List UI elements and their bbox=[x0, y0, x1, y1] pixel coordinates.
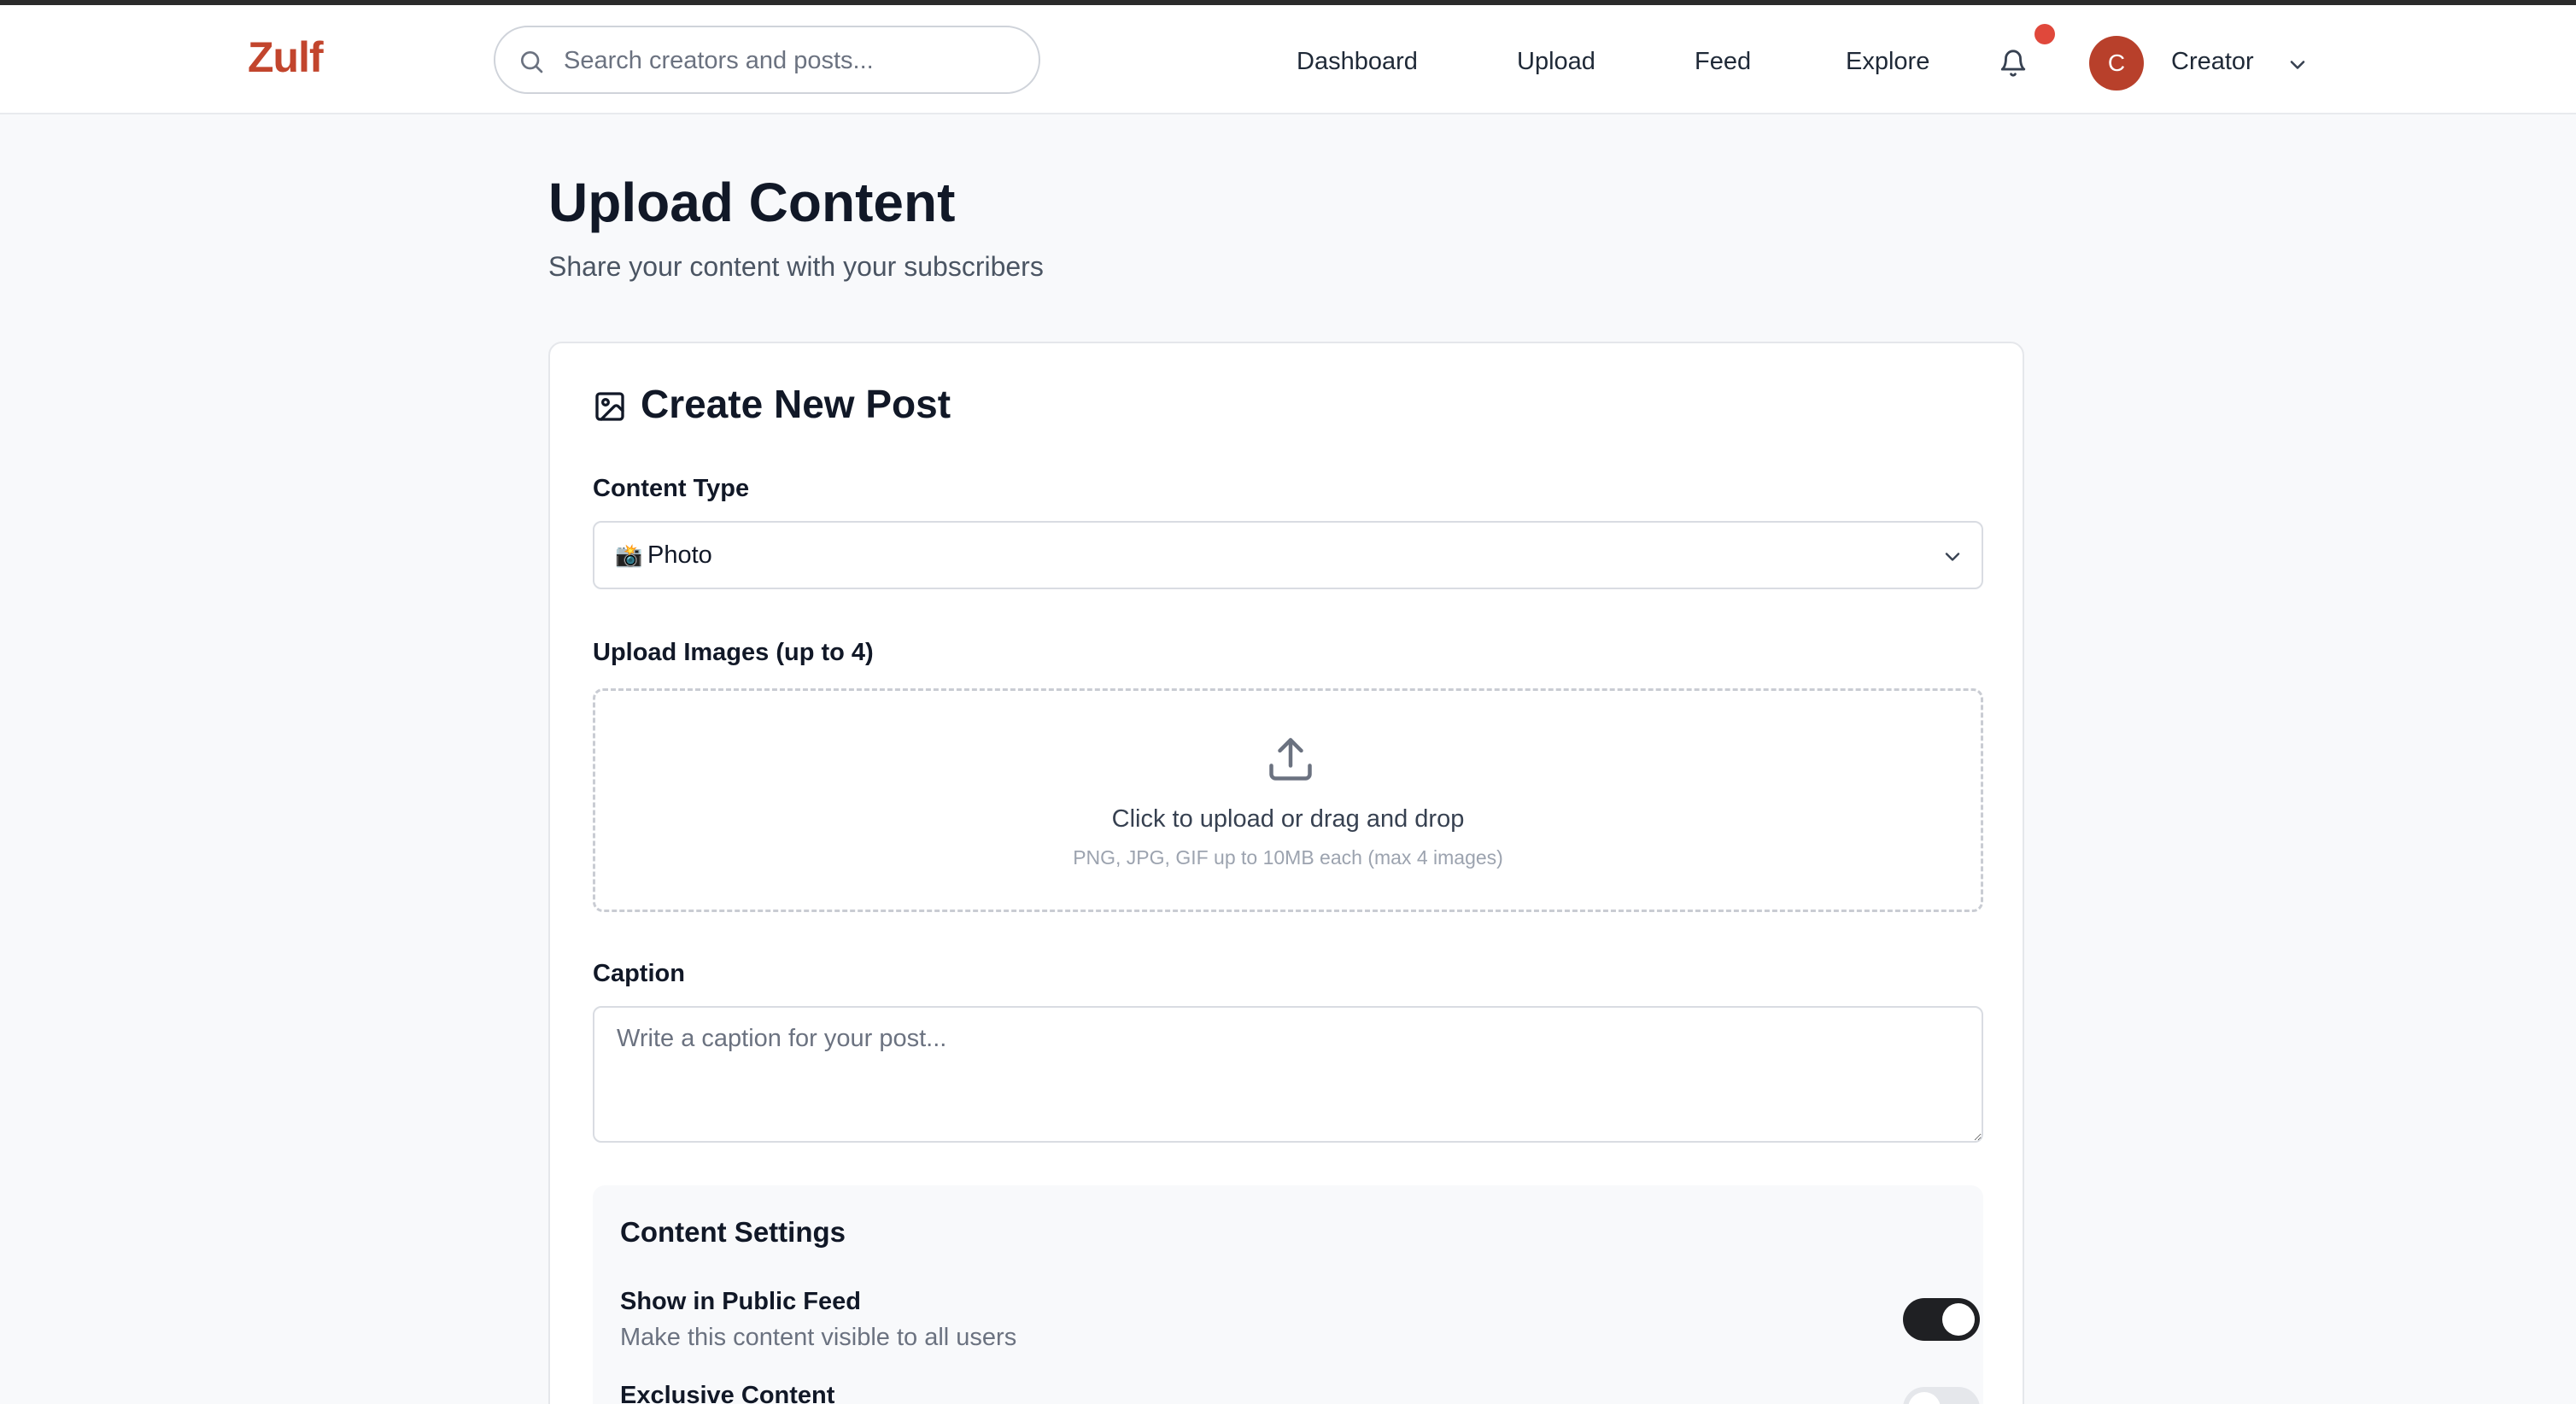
create-post-card: Create New Post Content Type 📸 Photo Upl… bbox=[548, 342, 2024, 1404]
upload-images-label: Upload Images (up to 4) bbox=[593, 639, 874, 666]
avatar[interactable]: C bbox=[2089, 36, 2144, 91]
dropzone-text: Click to upload or drag and drop bbox=[1111, 805, 1465, 833]
notification-badge bbox=[2034, 24, 2055, 44]
nav-upload[interactable]: Upload bbox=[1517, 48, 1595, 76]
dropzone-hint: PNG, JPG, GIF up to 10MB each (max 4 ima… bbox=[1073, 846, 1503, 869]
search-icon bbox=[521, 51, 543, 73]
content-type-select[interactable]: 📸 Photo bbox=[593, 521, 1983, 589]
toggle-knob bbox=[1942, 1303, 1975, 1336]
image-dropzone[interactable]: Click to upload or drag and drop PNG, JP… bbox=[593, 688, 1983, 912]
search-box[interactable] bbox=[494, 26, 1040, 94]
nav-explore[interactable]: Explore bbox=[1846, 48, 1929, 76]
user-name[interactable]: Creator bbox=[2171, 48, 2254, 76]
upload-icon bbox=[1269, 738, 1312, 781]
content-type-value: Photo bbox=[647, 541, 712, 569]
brand-logo[interactable]: Zulf bbox=[248, 32, 324, 82]
public-feed-title: Show in Public Feed bbox=[620, 1288, 861, 1315]
nav-dashboard[interactable]: Dashboard bbox=[1297, 48, 1418, 76]
toggle-knob bbox=[1908, 1392, 1941, 1404]
caption-label: Caption bbox=[593, 960, 685, 987]
image-icon bbox=[595, 392, 624, 421]
nav-feed[interactable]: Feed bbox=[1695, 48, 1751, 76]
camera-icon: 📸 bbox=[615, 542, 643, 568]
page-subtitle: Share your content with your subscribers bbox=[548, 251, 1044, 282]
content-settings-panel: Content Settings Show in Public Feed Mak… bbox=[593, 1185, 1983, 1404]
exclusive-content-toggle[interactable] bbox=[1903, 1387, 1980, 1404]
page-title: Upload Content bbox=[548, 172, 956, 233]
top-nav-bar: Zulf Dashboard Upload Feed Explore C Cre… bbox=[0, 5, 2576, 114]
public-feed-description: Make this content visible to all users bbox=[620, 1324, 1017, 1351]
settings-title: Content Settings bbox=[620, 1216, 846, 1248]
chevron-down-icon[interactable] bbox=[2286, 53, 2310, 77]
card-title: Create New Post bbox=[641, 382, 951, 426]
search-input[interactable] bbox=[564, 39, 1025, 82]
caption-input[interactable] bbox=[593, 1006, 1983, 1143]
bell-icon[interactable] bbox=[1999, 48, 2028, 79]
exclusive-content-title: Exclusive Content bbox=[620, 1382, 835, 1404]
content-type-label: Content Type bbox=[593, 475, 750, 502]
chevron-down-icon bbox=[1945, 553, 1960, 561]
public-feed-toggle[interactable] bbox=[1903, 1298, 1980, 1341]
